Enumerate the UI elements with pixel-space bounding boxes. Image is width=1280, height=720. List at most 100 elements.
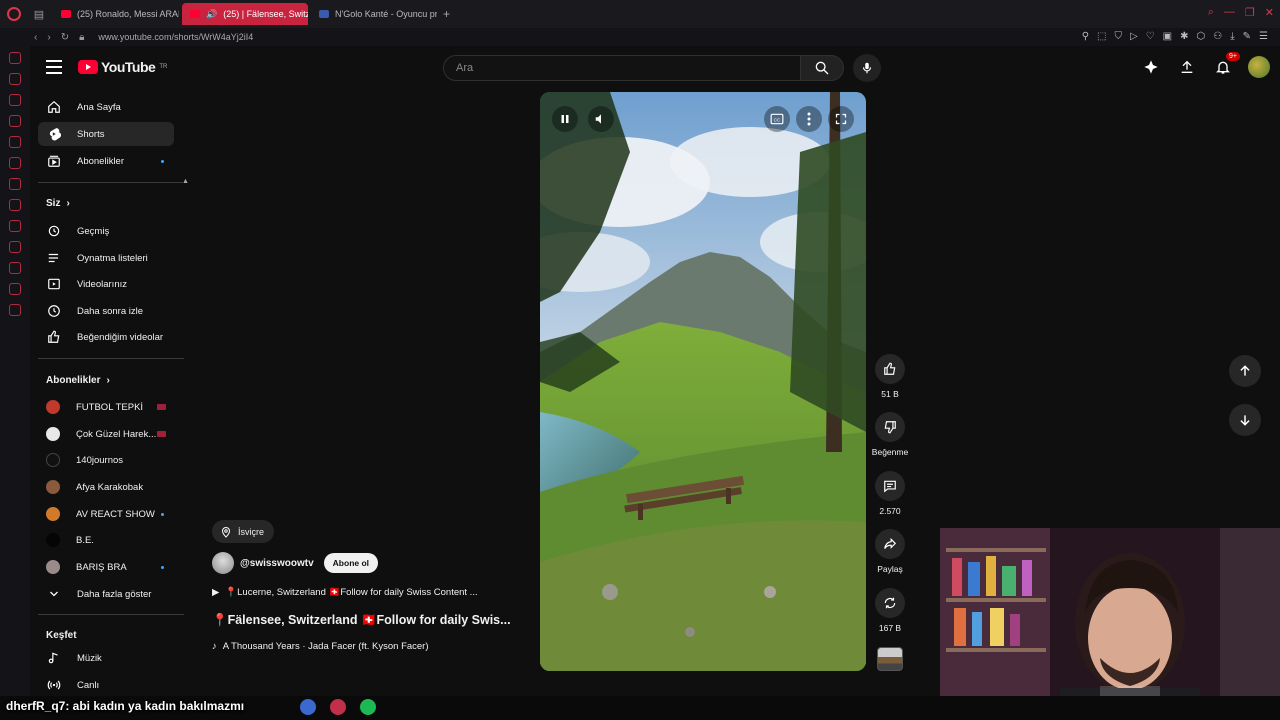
search-button[interactable] xyxy=(800,55,844,81)
opera-sidebar-icon[interactable] xyxy=(9,262,21,274)
channel-row: @swisswoowtv Abone ol xyxy=(212,552,379,574)
opera-sidebar-icon[interactable] xyxy=(9,157,21,169)
youtube-logo[interactable]: YouTube TR xyxy=(78,59,167,75)
shield-icon[interactable]: ⛉ xyxy=(1115,31,1123,42)
sidebar-channel-av-react[interactable]: AV REACT SHOW xyxy=(38,502,174,526)
heart-icon[interactable]: ♡ xyxy=(1146,31,1155,42)
forward-icon[interactable]: › xyxy=(47,32,50,43)
minimize-icon[interactable]: — xyxy=(1224,6,1235,19)
sidebar-channel-cok-guzel[interactable]: Çok Güzel Harek... xyxy=(38,422,174,446)
sidebar-channel-140journos[interactable]: 140journos xyxy=(38,448,174,472)
opera-sidebar-icon[interactable] xyxy=(9,220,21,232)
channel-avatar[interactable] xyxy=(212,552,234,574)
maximize-icon[interactable]: ❐ xyxy=(1245,6,1255,19)
sidebar-item-your-videos[interactable]: Videolarınız xyxy=(38,272,174,296)
search-input[interactable]: Ara xyxy=(443,55,801,81)
reload-icon[interactable]: ↻ xyxy=(61,32,69,43)
account-icon[interactable]: ⚇ xyxy=(1213,31,1222,42)
mute-button[interactable] xyxy=(588,106,614,132)
captions-button[interactable]: CC xyxy=(764,106,790,132)
sidebar-item-live[interactable]: Canlı xyxy=(38,673,174,697)
opera-sidebar-icon[interactable] xyxy=(9,115,21,127)
opera-sidebar-icon[interactable] xyxy=(9,283,21,295)
snapshot-icon[interactable]: ⬚ xyxy=(1097,31,1106,42)
opera-sidebar-icon[interactable] xyxy=(9,136,21,148)
share-action[interactable]: Paylaş xyxy=(870,529,910,574)
music-row[interactable]: ♪ A Thousand Years · Jada Facer (ft. Kys… xyxy=(212,641,429,652)
browser-tab-2[interactable]: 🔊 (25) | Fälensee, Switz xyxy=(182,3,308,25)
spotify-app-icon[interactable] xyxy=(360,699,376,715)
description-row[interactable]: ▶ 📍Lucerne, Switzerland 🇨🇭Follow for dai… xyxy=(212,587,478,598)
search-tabs-icon[interactable]: ⌕ xyxy=(1208,6,1214,19)
opera-sidebar-icon[interactable] xyxy=(9,199,21,211)
opera-sidebar-icon[interactable] xyxy=(9,178,21,190)
fullscreen-button[interactable] xyxy=(828,106,854,132)
hamburger-menu-icon[interactable] xyxy=(46,60,62,74)
sidebar-you-heading[interactable]: Siz › xyxy=(46,198,70,209)
opera-sidebar-icon[interactable] xyxy=(9,73,21,85)
description-text: 📍Lucerne, Switzerland 🇨🇭Follow for daily… xyxy=(225,587,478,598)
back-icon[interactable]: ‹ xyxy=(34,32,37,43)
sidebar-item-music[interactable]: Müzik xyxy=(38,646,174,670)
previous-short-button[interactable] xyxy=(1229,355,1261,387)
remix-action[interactable]: 167 B xyxy=(870,588,910,633)
notifications-button[interactable]: 9+ xyxy=(1212,52,1240,78)
sidebar-channel-be[interactable]: B.E. xyxy=(38,528,174,552)
channel-name[interactable]: @swisswoowtv xyxy=(240,558,314,569)
sidebar-channel-baris-bra[interactable]: BARIŞ BRA xyxy=(38,555,174,579)
sidebar-item-home[interactable]: Ana Sayfa xyxy=(38,95,174,119)
header-actions: 9+ xyxy=(1140,52,1270,78)
account-avatar[interactable] xyxy=(1248,56,1270,78)
puzzle-icon[interactable]: ⬡ xyxy=(1197,31,1206,42)
opera-sidebar-icon[interactable] xyxy=(9,52,21,64)
opera-logo-icon[interactable] xyxy=(0,0,28,28)
gemini-button[interactable] xyxy=(1140,56,1162,78)
sidebar-item-liked-videos[interactable]: Beğendiğim videolar xyxy=(38,325,174,349)
close-icon[interactable]: ✕ xyxy=(1265,6,1274,19)
subscribe-button[interactable]: Abone ol xyxy=(323,553,379,573)
sidebar-subscriptions-heading[interactable]: Abonelikler › xyxy=(46,375,110,386)
youtube-favicon-icon xyxy=(190,10,200,18)
browser-tab-3[interactable]: N'Golo Kanté - Oyuncu pr xyxy=(311,3,437,25)
like-action[interactable]: 51 B xyxy=(870,354,910,399)
sidebar-item-playlists[interactable]: Oynatma listeleri xyxy=(38,246,174,270)
sidebar-channel-afya[interactable]: Afya Karakobak xyxy=(38,475,174,499)
sidebar-item-shorts[interactable]: Shorts xyxy=(38,122,174,146)
opera-app-icon[interactable] xyxy=(330,699,346,715)
ai-icon[interactable]: ✎ xyxy=(1243,31,1251,42)
sidebar-show-more[interactable]: Daha fazla göster xyxy=(38,582,174,606)
pause-button[interactable] xyxy=(552,106,578,132)
location-chip[interactable]: İsviçre xyxy=(212,520,275,543)
opera-sidebar-icon[interactable] xyxy=(9,304,21,316)
extension-icon[interactable]: ✱ xyxy=(1180,31,1188,42)
section-title: Keşfet xyxy=(46,630,77,641)
opera-sidebar-icon[interactable] xyxy=(9,94,21,106)
more-options-button[interactable] xyxy=(796,106,822,132)
chrome-app-icon[interactable] xyxy=(300,699,316,715)
player-icon[interactable]: ▷ xyxy=(1130,31,1138,42)
voice-search-button[interactable] xyxy=(853,54,881,82)
sidebar-divider xyxy=(38,358,184,359)
sound-thumbnail[interactable] xyxy=(877,647,903,671)
sidebar-item-subscriptions[interactable]: Abonelikler xyxy=(38,149,174,173)
upload-button[interactable] xyxy=(1176,56,1198,78)
browser-tab-1[interactable]: (25) Ronaldo, Messi ARAB xyxy=(53,3,179,25)
short-title[interactable]: 📍Fälensee, Switzerland 🇨🇭Follow for dail… xyxy=(212,613,511,628)
opera-sidebar-icon[interactable] xyxy=(9,241,21,253)
sidebar-channel-futbol-tepki[interactable]: FUTBOL TEPKİ xyxy=(38,395,174,419)
menu-icon[interactable]: ☰ xyxy=(1259,31,1268,42)
sidebar-item-label: Daha sonra izle xyxy=(77,305,144,317)
pin-icon[interactable]: ⚲ xyxy=(1082,31,1089,42)
new-tab-button[interactable]: + xyxy=(443,7,450,21)
dislike-action[interactable]: Beğenme xyxy=(870,412,910,457)
shorts-video-player[interactable]: CC xyxy=(540,92,866,671)
speaker-icon[interactable]: 🔊 xyxy=(206,9,217,20)
url-field[interactable]: www.youtube.com/shorts/WrW4aYj2iI4 xyxy=(98,32,253,42)
comments-action[interactable]: 2.570 xyxy=(870,471,910,516)
sidebar-item-watch-later[interactable]: Daha sonra izle xyxy=(38,299,174,323)
next-short-button[interactable] xyxy=(1229,404,1261,436)
tab-overview-icon[interactable]: ▤ xyxy=(28,0,50,28)
sidebar-item-history[interactable]: Geçmiş xyxy=(38,219,174,243)
download-icon[interactable]: ⤓ xyxy=(1230,31,1234,42)
wallet-icon[interactable]: ▣ xyxy=(1163,31,1172,42)
